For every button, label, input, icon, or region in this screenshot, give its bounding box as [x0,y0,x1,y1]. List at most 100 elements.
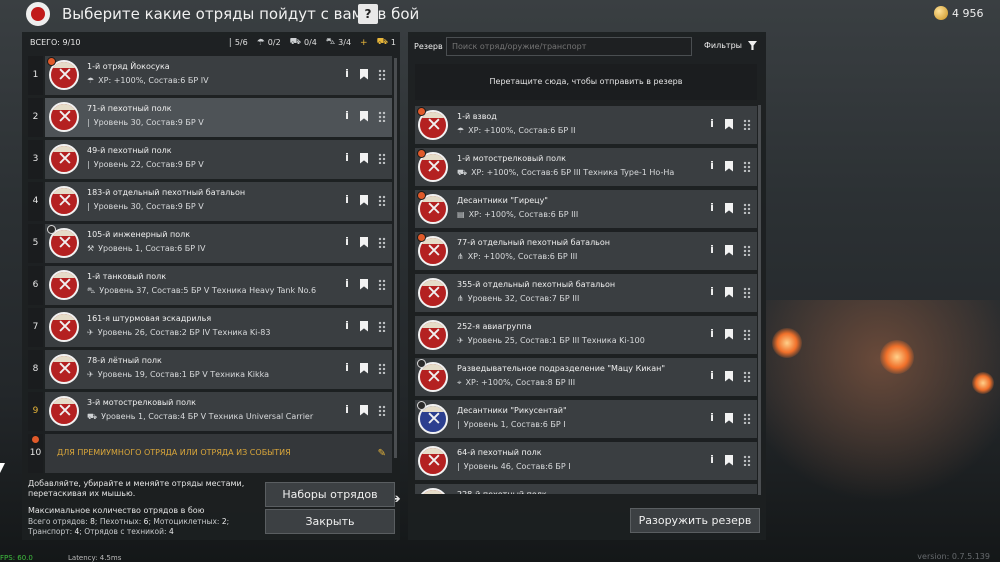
bookmark-icon[interactable] [360,194,368,206]
bookmark-icon[interactable] [360,278,368,290]
drag-handle-icon[interactable] [743,202,751,214]
drag-handle-icon[interactable] [743,244,751,256]
bookmark-icon[interactable] [725,202,733,214]
drag-handle-icon[interactable] [743,454,751,466]
squad-card[interactable]: ✕ 78-й лётный полк ✈ Уровень 19, Состав:1 Б… [45,350,392,389]
bookmark-icon[interactable] [725,454,733,466]
bookmark-icon[interactable] [360,110,368,122]
close-button[interactable]: Закрыть [265,509,395,534]
reserve-row[interactable]: ✕ 355-й отдельный пехотный батальон ⋔ Урове… [415,274,757,312]
bookmark-icon[interactable] [360,362,368,374]
reserve-scrollbar[interactable] [758,105,761,495]
edit-pencil-icon[interactable]: ✎ [378,448,386,459]
premium-slot-card[interactable]: ДЛЯ ПРЕМИУМНОГО ОТРЯДА ИЛИ ОТРЯДА ИЗ СОБ… [31,434,392,473]
bookmark-icon[interactable] [360,404,368,416]
bookmark-icon[interactable] [360,152,368,164]
squad-name: Разведывательное подразделение "Мацу Кик… [457,364,666,373]
bookmark-icon[interactable] [725,118,733,130]
reserve-row[interactable]: ✕ 77-й отдельный пехотный батальон ⋔ XP: +1… [415,232,757,270]
reserve-drop-zone[interactable]: Перетащите сюда, чтобы отправить в резер… [415,64,757,100]
drag-handle-icon[interactable] [378,320,386,332]
info-icon[interactable]: i [709,160,715,172]
bookmark-icon[interactable] [360,236,368,248]
lineup-row[interactable]: 5 ✕ 105-й инженерный полк ⚒ Уровень 1, Соста… [28,224,394,263]
reserve-row[interactable]: ✕ Разведывательное подразделение "Мацу Ки… [415,358,757,396]
drag-handle-icon[interactable] [743,160,751,172]
reserve-list: ✕ 1-й взвод ☂ XP: +100%, Состав:6 БР II i ✕ 1-… [415,106,757,494]
help-button[interactable]: ? [358,4,378,24]
info-icon[interactable]: i [709,370,715,382]
bookmark-icon[interactable] [360,320,368,332]
info-icon[interactable]: i [344,362,350,374]
lineup-row[interactable]: 3 ✕ 49-й пехотный полк | Уровень 22, Состав:… [28,140,394,179]
reserve-search-input[interactable] [446,37,692,56]
drag-handle-icon[interactable] [743,286,751,298]
drag-handle-icon[interactable] [378,404,386,416]
drag-handle-icon[interactable] [743,370,751,382]
drag-handle-icon[interactable] [378,278,386,290]
lineup-row[interactable]: 2 ✕ 71-й пехотный полк | Уровень 30, Состав:… [28,98,394,137]
disarm-reserve-button[interactable]: Разоружить резерв [630,508,760,533]
info-icon[interactable]: i [709,118,715,130]
premium-slot-row[interactable]: 10 ДЛЯ ПРЕМИУМНОГО ОТРЯДА ИЛИ ОТРЯДА ИЗ С… [28,434,394,473]
bookmark-icon[interactable] [725,160,733,172]
info-icon[interactable]: i [344,194,350,206]
squad-name: 355-й отдельный пехотный батальон [457,280,616,289]
drag-handle-icon[interactable] [378,152,386,164]
lineup-row[interactable]: 4 ✕ 183-й отдельный пехотный батальон | Уров… [28,182,394,221]
lineup-row[interactable]: 6 ✕ 1-й танковый полк ⛍ Уровень 37, Состав:5… [28,266,394,305]
drag-handle-icon[interactable] [378,68,386,80]
reserve-row[interactable]: ✕ Десантники "Гирецу" ▤ XP: +100%, Состав:6… [415,190,757,228]
info-icon[interactable]: i [709,328,715,340]
reserve-row[interactable]: ✕ 1-й взвод ☂ XP: +100%, Состав:6 БР II i [415,106,757,144]
gold-amount: 4 956 [952,6,984,20]
info-icon[interactable]: i [709,202,715,214]
bookmark-icon[interactable] [725,412,733,424]
squad-name: 1-й отряд Йокосука [87,62,170,71]
squad-presets-button[interactable]: Наборы отрядов [265,482,395,507]
reserve-row[interactable]: ✕228-й пехотный полкi [415,484,757,494]
drag-handle-icon[interactable] [378,194,386,206]
info-icon[interactable]: i [709,412,715,424]
lineup-scrollbar[interactable] [394,58,397,458]
drag-handle-icon[interactable] [743,328,751,340]
bookmark-icon[interactable] [725,370,733,382]
info-icon[interactable]: i [344,152,350,164]
info-icon[interactable]: i [709,286,715,298]
reserve-row[interactable]: ✕ 252-я авиагруппа ✈ Уровень 25, Состав:1 Б… [415,316,757,354]
squad-card[interactable]: ✕ 49-й пехотный полк | Уровень 22, Состав:9… [45,140,392,179]
lineup-row[interactable]: 9 ✕ 3-й мотострелковый полк ⛟ Уровень 1, Сос… [28,392,394,431]
reserve-row[interactable]: ✕ 1-й мотострелковый полк ⛟ XP: +100%, Сост… [415,148,757,186]
info-icon[interactable]: i [344,68,350,80]
lineup-row[interactable]: 1 ✕ 1-й отряд Йокосука ☂ XP: +100%, Состав:6… [28,56,394,95]
drag-handle-icon[interactable] [378,110,386,122]
squad-card[interactable]: ✕ 71-й пехотный полк | Уровень 30, Состав:9… [45,98,392,137]
filters-button[interactable]: Фильтры [704,41,757,50]
info-icon[interactable]: i [344,404,350,416]
squad-card[interactable]: ✕ 183-й отдельный пехотный батальон | Урове… [45,182,392,221]
drag-handle-icon[interactable] [378,236,386,248]
info-icon[interactable]: i [709,454,715,466]
drag-handle-icon[interactable] [378,362,386,374]
bookmark-icon[interactable] [360,68,368,80]
drag-handle-icon[interactable] [743,118,751,130]
info-icon[interactable]: i [344,278,350,290]
squad-card[interactable]: ✕ 1-й танковый полк ⛍ Уровень 37, Состав:5 … [45,266,392,305]
squad-count-value: 0/4 [304,38,317,47]
squad-card[interactable]: ✕ 3-й мотострелковый полк ⛟ Уровень 1, Сост… [45,392,392,431]
info-icon[interactable]: i [344,110,350,122]
lineup-row[interactable]: 8 ✕ 78-й лётный полк ✈ Уровень 19, Состав:1 … [28,350,394,389]
reserve-row[interactable]: ✕ 64-й пехотный полк | Уровень 46, Состав:6… [415,442,757,480]
info-icon[interactable]: i [344,236,350,248]
info-icon[interactable]: i [344,320,350,332]
bookmark-icon[interactable] [725,328,733,340]
lineup-row[interactable]: 7 ✕ 161-я штурмовая эскадрилья ✈ Уровень 26,… [28,308,394,347]
squad-card[interactable]: ✕ 105-й инженерный полк ⚒ Уровень 1, Состав… [45,224,392,263]
drag-handle-icon[interactable] [743,412,751,424]
info-icon[interactable]: i [709,244,715,256]
reserve-row[interactable]: ✕ Десантники "Рикусентай" | Уровень 1, Сост… [415,400,757,438]
squad-card[interactable]: ✕ 161-я штурмовая эскадрилья ✈ Уровень 26, … [45,308,392,347]
bookmark-icon[interactable] [725,244,733,256]
bookmark-icon[interactable] [725,286,733,298]
squad-card[interactable]: ✕ 1-й отряд Йокосука ☂ XP: +100%, Состав:6 … [45,56,392,95]
